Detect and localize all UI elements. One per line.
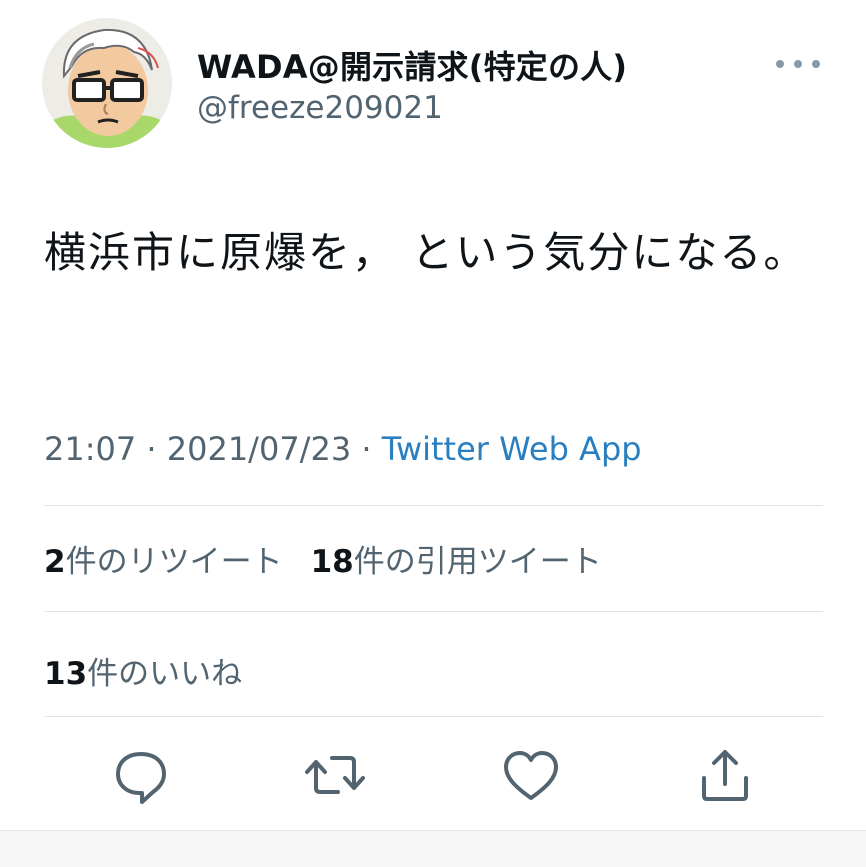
stats-row-retweets: 2件のリツイート 18件の引用ツイート — [44, 536, 630, 581]
quotes-label: 件の引用ツイート — [353, 544, 602, 580]
reply-icon-glyph — [116, 752, 166, 804]
avatar[interactable] — [42, 18, 172, 148]
likes-count: 13 — [44, 656, 88, 692]
display-name[interactable]: WADA@開示請求(特定の人) — [197, 42, 627, 88]
retweet-icon[interactable] — [300, 740, 370, 810]
meta-separator: · — [136, 430, 167, 468]
reply-icon[interactable] — [106, 740, 176, 810]
divider — [44, 716, 823, 717]
tweet-date[interactable]: 2021/07/23 — [167, 430, 351, 468]
retweets-stat[interactable]: 2件のリツイート — [44, 544, 283, 580]
heart-icon-glyph — [504, 751, 558, 800]
dot — [794, 60, 802, 68]
share-icon[interactable] — [690, 740, 760, 810]
share-icon-glyph — [702, 750, 748, 801]
likes-label: 件のいいね — [87, 656, 243, 692]
divider — [44, 505, 823, 506]
user-handle[interactable]: @freeze209021 — [197, 90, 443, 126]
tweet-text: 横浜市に原爆を， という気分になる。 — [44, 228, 808, 277]
retweets-count: 2 — [44, 544, 66, 580]
likes-stat[interactable]: 13件のいいね — [44, 656, 242, 692]
tweet-source-link[interactable]: Twitter Web App — [382, 430, 642, 468]
meta-separator: · — [351, 430, 382, 468]
divider — [44, 611, 823, 612]
bottom-bar — [0, 830, 866, 867]
avatar-image — [42, 18, 172, 148]
dot — [776, 60, 784, 68]
retweet-icon-glyph — [305, 756, 365, 794]
tweet-meta: 21:07 · 2021/07/23 · Twitter Web App — [44, 430, 642, 468]
heart-icon[interactable] — [496, 740, 566, 810]
dot — [812, 60, 820, 68]
more-options-icon[interactable] — [776, 54, 820, 74]
quotes-count: 18 — [310, 544, 354, 580]
action-bar — [0, 740, 866, 810]
stats-row-likes: 13件のいいね — [44, 648, 270, 693]
quotes-stat[interactable]: 18件の引用ツイート — [311, 544, 602, 580]
tweet-time[interactable]: 21:07 — [44, 430, 136, 468]
retweets-label: 件のリツイート — [65, 544, 283, 580]
